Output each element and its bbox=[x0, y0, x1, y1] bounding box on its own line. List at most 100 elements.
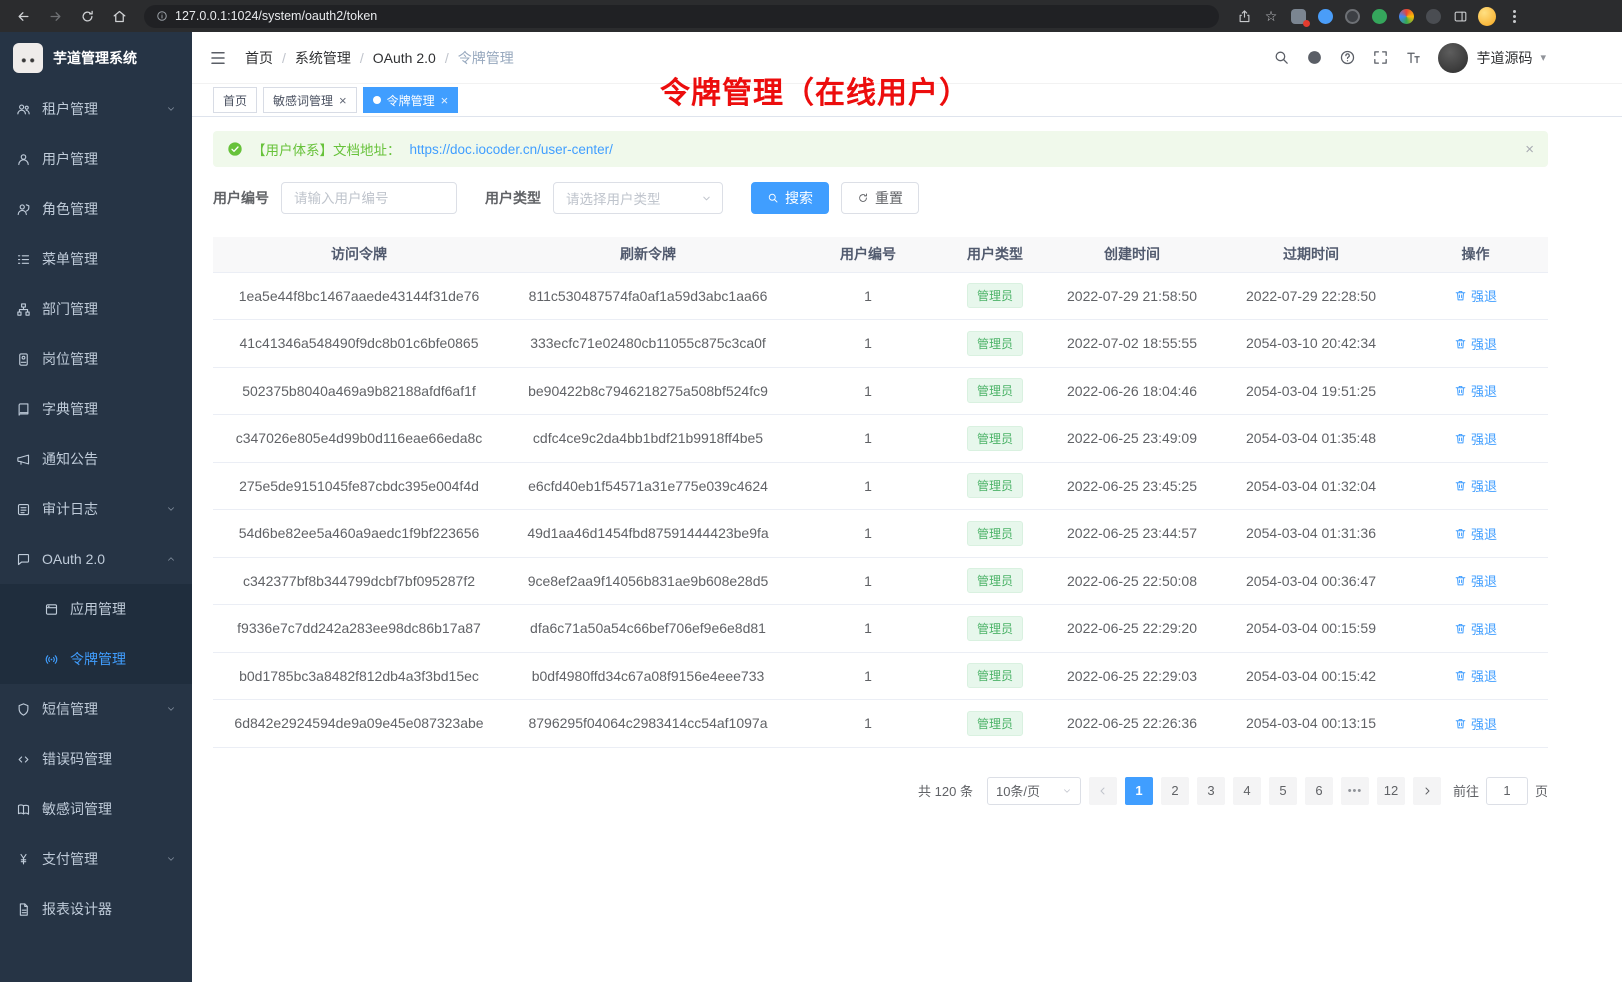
sidebar-item-report-designer[interactable]: 报表设计器 bbox=[0, 884, 192, 934]
back-button[interactable] bbox=[10, 3, 36, 29]
main-area: 令牌管理（在线用户） 首页 / 系统管理 / OAuth 2.0 / 令牌管理 bbox=[192, 32, 1622, 982]
force-logout-button[interactable]: 强退 bbox=[1454, 714, 1497, 733]
reset-button[interactable]: 重置 bbox=[841, 182, 919, 214]
tab-token[interactable]: 令牌管理 × bbox=[363, 87, 459, 113]
sidebar-item-audit-log[interactable]: 审计日志 bbox=[0, 484, 192, 534]
table-row: f9336e7c7dd242a283ee98dc86b17a87 dfa6c71… bbox=[213, 605, 1548, 653]
sidebar-item-oauth-token[interactable]: 令牌管理 bbox=[0, 634, 192, 684]
table-row: 275e5de9151045fe87cbdc395e004f4d e6cfd40… bbox=[213, 462, 1548, 510]
chevron-right-icon bbox=[1421, 785, 1433, 797]
breadcrumb-home[interactable]: 首页 bbox=[245, 48, 273, 68]
goto-page-input[interactable] bbox=[1486, 777, 1528, 805]
page-button-12[interactable]: 12 bbox=[1377, 777, 1405, 805]
user-type-select[interactable]: 请选择用户类型 bbox=[553, 182, 723, 214]
github-icon bbox=[1306, 49, 1323, 66]
chevron-left-icon bbox=[1097, 785, 1109, 797]
home-button[interactable] bbox=[106, 3, 132, 29]
share-icon bbox=[1237, 9, 1252, 24]
sidebar-item-post[interactable]: 岗位管理 bbox=[0, 334, 192, 384]
role-icon bbox=[16, 202, 31, 217]
chevron-up-icon bbox=[166, 554, 176, 564]
app-logo[interactable]: 芋道管理系统 bbox=[0, 32, 192, 84]
alert-text: 【用户体系】文档地址： bbox=[252, 139, 401, 159]
sidebar-item-oauth-app[interactable]: 应用管理 bbox=[0, 584, 192, 634]
github-button[interactable] bbox=[1306, 49, 1323, 66]
user-type-badge: 管理员 bbox=[967, 283, 1023, 308]
extension-button-1[interactable] bbox=[1289, 7, 1307, 25]
sidebar-item-role[interactable]: 角色管理 bbox=[0, 184, 192, 234]
address-bar[interactable]: 127.0.0.1:1024/system/oauth2/token bbox=[144, 5, 1219, 28]
browser-menu-button[interactable] bbox=[1505, 7, 1523, 25]
sidebar-item-notice[interactable]: 通知公告 bbox=[0, 434, 192, 484]
reload-button[interactable] bbox=[74, 3, 100, 29]
info-alert: 【用户体系】文档地址： https://doc.iocoder.cn/user-… bbox=[213, 131, 1548, 167]
next-page-button[interactable] bbox=[1413, 777, 1441, 805]
help-button[interactable] bbox=[1339, 49, 1356, 66]
success-check-icon bbox=[227, 141, 243, 157]
sidebar-item-menu[interactable]: 菜单管理 bbox=[0, 234, 192, 284]
force-logout-button[interactable]: 强退 bbox=[1454, 571, 1497, 590]
sidebar-item-dict[interactable]: 字典管理 bbox=[0, 384, 192, 434]
force-logout-button[interactable]: 强退 bbox=[1454, 381, 1497, 400]
sidebar-item-sensitive-word[interactable]: 敏感词管理 bbox=[0, 784, 192, 834]
force-logout-button[interactable]: 强退 bbox=[1454, 476, 1497, 495]
share-button[interactable] bbox=[1235, 7, 1253, 25]
extension-button-4[interactable] bbox=[1370, 7, 1388, 25]
sidebar-item-dept[interactable]: 部门管理 bbox=[0, 284, 192, 334]
forward-button[interactable] bbox=[42, 3, 68, 29]
tab-home[interactable]: 首页 bbox=[213, 87, 257, 113]
page-button-4[interactable]: 4 bbox=[1233, 777, 1261, 805]
user-id-input[interactable] bbox=[281, 182, 457, 214]
sidebar-item-oauth[interactable]: OAuth 2.0 bbox=[0, 534, 192, 584]
extension-button-5[interactable] bbox=[1397, 7, 1415, 25]
force-logout-button[interactable]: 强退 bbox=[1454, 429, 1497, 448]
browser-actions: ☆ bbox=[1235, 7, 1523, 25]
doc-link[interactable]: https://doc.iocoder.cn/user-center/ bbox=[410, 142, 613, 157]
document-icon bbox=[16, 902, 31, 917]
close-icon[interactable]: × bbox=[339, 94, 347, 107]
forward-arrow-icon bbox=[48, 9, 63, 24]
page-button-6[interactable]: 6 bbox=[1305, 777, 1333, 805]
user-menu[interactable]: 芋道源码 ▾ bbox=[1438, 43, 1546, 73]
sidebar-toggle-button[interactable] bbox=[209, 49, 227, 67]
extension-button-6[interactable] bbox=[1424, 7, 1442, 25]
home-icon bbox=[112, 9, 127, 24]
page-button-2[interactable]: 2 bbox=[1161, 777, 1189, 805]
force-logout-button[interactable]: 强退 bbox=[1454, 619, 1497, 638]
page-button-1[interactable]: 1 bbox=[1125, 777, 1153, 805]
page-button-3[interactable]: 3 bbox=[1197, 777, 1225, 805]
side-panel-button[interactable] bbox=[1451, 7, 1469, 25]
sidebar-item-pay[interactable]: 支付管理 bbox=[0, 834, 192, 884]
total-count: 共 120 条 bbox=[918, 781, 973, 800]
browser-chrome: 127.0.0.1:1024/system/oauth2/token ☆ bbox=[0, 0, 1622, 32]
search-button[interactable] bbox=[1273, 49, 1290, 66]
sidebar-item-error-code[interactable]: 错误码管理 bbox=[0, 734, 192, 784]
profile-button[interactable] bbox=[1478, 7, 1496, 25]
extension-button-2[interactable] bbox=[1316, 7, 1334, 25]
extension-button-3[interactable] bbox=[1343, 7, 1361, 25]
sidebar-item-sms[interactable]: 短信管理 bbox=[0, 684, 192, 734]
close-icon[interactable]: × bbox=[441, 94, 449, 107]
col-refresh-token: 刷新令牌 bbox=[505, 237, 791, 272]
force-logout-button[interactable]: 强退 bbox=[1454, 286, 1497, 305]
app-title: 芋道管理系统 bbox=[53, 48, 137, 68]
force-logout-button[interactable]: 强退 bbox=[1454, 666, 1497, 685]
close-icon[interactable]: × bbox=[1525, 141, 1534, 158]
page-button-5[interactable]: 5 bbox=[1269, 777, 1297, 805]
breadcrumb-system[interactable]: 系统管理 bbox=[295, 48, 351, 68]
prev-page-button[interactable] bbox=[1089, 777, 1117, 805]
profile-avatar bbox=[1478, 7, 1496, 26]
search-submit-button[interactable]: 搜索 bbox=[751, 182, 829, 214]
bookmark-button[interactable]: ☆ bbox=[1262, 7, 1280, 25]
more-pages-button[interactable]: ••• bbox=[1341, 777, 1369, 805]
tab-sensitive-word[interactable]: 敏感词管理 × bbox=[263, 87, 357, 113]
sidebar-item-user[interactable]: 用户管理 bbox=[0, 134, 192, 184]
breadcrumb-oauth[interactable]: OAuth 2.0 bbox=[373, 50, 436, 66]
fullscreen-button[interactable] bbox=[1372, 49, 1389, 66]
font-size-button[interactable] bbox=[1405, 49, 1422, 66]
shield-icon bbox=[16, 702, 31, 717]
force-logout-button[interactable]: 强退 bbox=[1454, 524, 1497, 543]
page-size-select[interactable]: 10条/页 bbox=[987, 777, 1081, 805]
force-logout-button[interactable]: 强退 bbox=[1454, 334, 1497, 353]
sidebar-item-tenant[interactable]: 租户管理 bbox=[0, 84, 192, 134]
